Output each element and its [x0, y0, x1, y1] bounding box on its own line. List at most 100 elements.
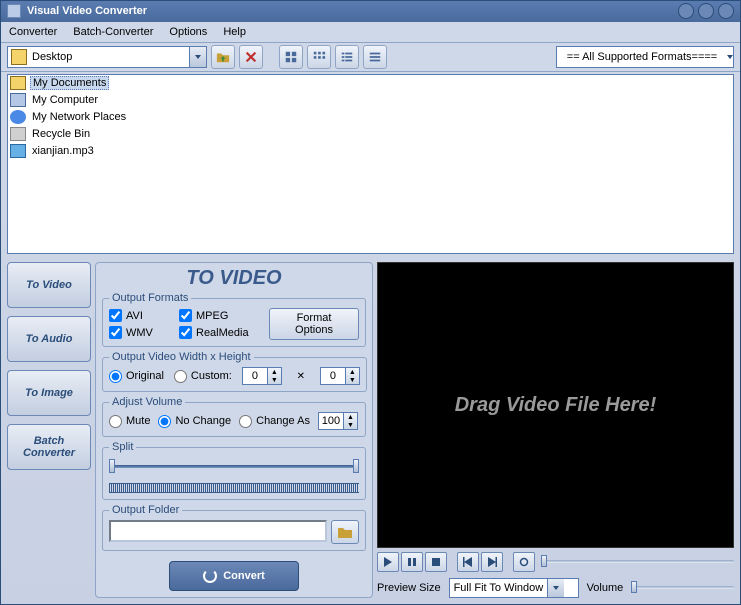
width-input[interactable] [242, 367, 268, 385]
preview-area[interactable]: Drag Video File Here! [377, 262, 734, 548]
file-item[interactable]: xianjian.mp3 [8, 143, 733, 160]
volume-slider[interactable] [631, 578, 734, 598]
realmedia-checkbox[interactable]: RealMedia [179, 326, 269, 339]
wmv-checkbox[interactable]: WMV [109, 326, 179, 339]
up-folder-button[interactable] [211, 45, 235, 69]
volume-spinner[interactable]: ▲▼ [318, 412, 358, 430]
toolbar: Desktop == All Supported Formats==== [1, 43, 740, 72]
format-filter-text: == All Supported Formats==== [557, 51, 727, 63]
mpeg-checkbox[interactable]: MPEG [179, 309, 269, 322]
to-audio-button[interactable]: To Audio [7, 316, 91, 362]
convert-button[interactable]: Convert [169, 561, 299, 591]
view-large-icons-button[interactable] [279, 45, 303, 69]
file-label: My Documents [30, 76, 109, 90]
menu-converter[interactable]: Converter [9, 26, 57, 38]
chevron-down-icon[interactable] [547, 579, 564, 597]
volume-mute-radio[interactable]: Mute [109, 415, 150, 428]
width-spinner[interactable]: ▲▼ [242, 367, 282, 385]
volume-thumb[interactable] [631, 581, 637, 593]
app-icon [7, 4, 21, 18]
convert-label: Convert [223, 570, 265, 582]
file-icon [10, 127, 26, 141]
to-image-button[interactable]: To Image [7, 370, 91, 416]
seek-slider[interactable] [541, 552, 734, 572]
delete-button[interactable] [239, 45, 263, 69]
height-input[interactable] [320, 367, 346, 385]
preview-size-text: Full Fit To Window [450, 582, 548, 594]
volume-changeas-radio[interactable]: Change As [239, 415, 310, 428]
split-group: Split [102, 441, 366, 500]
preview-message: Drag Video File Here! [455, 394, 657, 417]
batch-converter-label: Batch Converter [8, 435, 90, 459]
play-button[interactable] [377, 552, 399, 572]
output-size-legend: Output Video Width x Height [109, 351, 254, 363]
split-bar [109, 483, 359, 493]
down-arrow-icon[interactable]: ▼ [268, 376, 281, 384]
file-label: My Computer [30, 94, 100, 106]
file-item[interactable]: My Computer [8, 92, 733, 109]
format-filter-combo[interactable]: == All Supported Formats==== [556, 46, 734, 68]
size-original-radio[interactable]: Original [109, 370, 164, 383]
file-item[interactable]: My Documents [8, 75, 733, 92]
playback-controls [377, 552, 734, 572]
preview-size-combo[interactable]: Full Fit To Window [449, 578, 579, 598]
height-spinner[interactable]: ▲▼ [320, 367, 360, 385]
view-list-button[interactable] [335, 45, 359, 69]
settings-panel: TO VIDEO Output Formats AVI WMV MPEG Rea… [95, 262, 373, 598]
split-start-thumb[interactable] [109, 459, 115, 473]
file-label: xianjian.mp3 [30, 145, 96, 157]
next-button[interactable] [481, 552, 503, 572]
output-folder-group: Output Folder [102, 504, 366, 551]
stop-button[interactable] [425, 552, 447, 572]
output-formats-group: Output Formats AVI WMV MPEG RealMedia Fo… [102, 292, 366, 347]
size-custom-radio[interactable]: Custom: [174, 370, 232, 383]
up-arrow-icon[interactable]: ▲ [346, 368, 359, 376]
down-arrow-icon[interactable]: ▼ [344, 421, 357, 429]
desktop-icon [11, 49, 27, 65]
file-item[interactable]: My Network Places [8, 109, 733, 126]
preview-panel: Drag Video File Here! Preview Size Full … [377, 262, 734, 598]
close-button[interactable] [718, 3, 734, 19]
chevron-down-icon[interactable] [189, 47, 206, 67]
up-arrow-icon[interactable]: ▲ [268, 368, 281, 376]
output-folder-input[interactable] [109, 520, 327, 542]
location-combo[interactable]: Desktop [7, 46, 207, 68]
menu-help[interactable]: Help [223, 26, 246, 38]
adjust-volume-legend: Adjust Volume [109, 396, 185, 408]
up-arrow-icon[interactable]: ▲ [344, 413, 357, 421]
menu-batch-converter[interactable]: Batch-Converter [73, 26, 153, 38]
view-details-button[interactable] [363, 45, 387, 69]
volume-label: Volume [587, 582, 624, 594]
avi-checkbox[interactable]: AVI [109, 309, 179, 322]
minimize-button[interactable] [678, 3, 694, 19]
volume-input[interactable] [318, 412, 344, 430]
adjust-volume-group: Adjust Volume Mute No Change Change As ▲… [102, 396, 366, 437]
to-video-button[interactable]: To Video [7, 262, 91, 308]
volume-nochange-radio[interactable]: No Change [158, 415, 231, 428]
prev-button[interactable] [457, 552, 479, 572]
file-label: Recycle Bin [30, 128, 92, 140]
convert-icon [203, 569, 217, 583]
loop-button[interactable] [513, 552, 535, 572]
batch-converter-button[interactable]: Batch Converter [7, 424, 91, 470]
menu-options[interactable]: Options [169, 26, 207, 38]
seek-thumb[interactable] [541, 555, 547, 567]
file-list[interactable]: My Documents My Computer My Network Places… [7, 74, 734, 254]
split-range-slider[interactable] [109, 457, 359, 479]
nav-column: To Video To Audio To Image Batch Convert… [7, 262, 91, 598]
pause-button[interactable] [401, 552, 423, 572]
output-folder-legend: Output Folder [109, 504, 182, 516]
x-icon: ✕ [294, 369, 308, 383]
format-options-button[interactable]: Format Options [269, 308, 359, 340]
output-size-group: Output Video Width x Height Original Cus… [102, 351, 367, 392]
chevron-down-icon[interactable] [727, 55, 733, 59]
split-end-thumb[interactable] [353, 459, 359, 473]
maximize-button[interactable] [698, 3, 714, 19]
preview-size-label: Preview Size [377, 582, 441, 594]
browse-folder-button[interactable] [331, 520, 359, 544]
file-item[interactable]: Recycle Bin [8, 126, 733, 143]
window-title: Visual Video Converter [27, 5, 678, 17]
down-arrow-icon[interactable]: ▼ [346, 376, 359, 384]
location-text: Desktop [30, 51, 189, 63]
view-small-icons-button[interactable] [307, 45, 331, 69]
